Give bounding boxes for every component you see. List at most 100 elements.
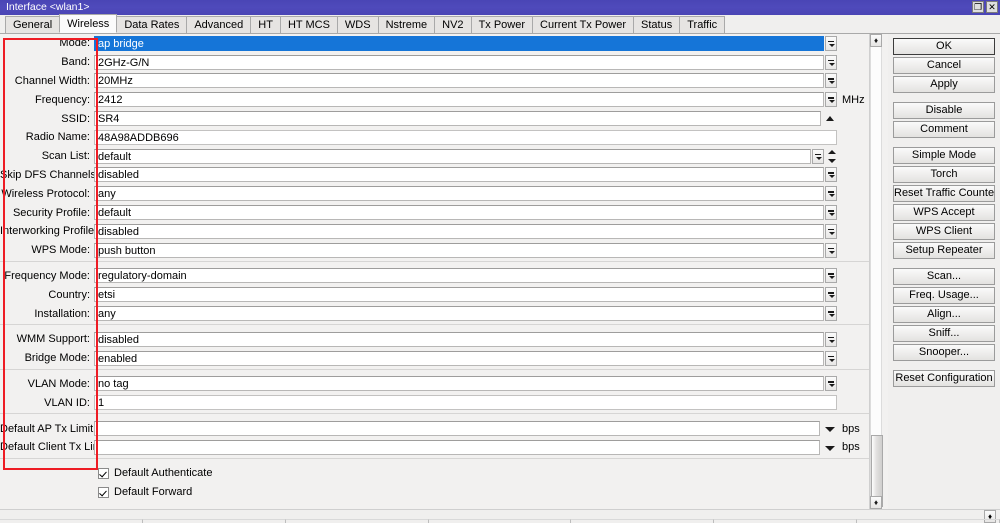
status-segment <box>285 519 429 523</box>
input-security-profile[interactable]: default <box>94 205 824 221</box>
checkbox-row-default-forward[interactable]: Default Forward <box>0 483 869 502</box>
apply-button[interactable]: Apply <box>893 76 995 93</box>
dropdown-arrow-icon[interactable] <box>825 35 837 51</box>
checkbox-default-forward[interactable] <box>98 486 109 498</box>
tab-ht-mcs[interactable]: HT MCS <box>279 16 338 33</box>
input-interworking-profile[interactable]: disabled <box>94 223 824 239</box>
cancel-button[interactable]: Cancel <box>893 57 995 74</box>
field-control-wps-mode: push button <box>94 242 869 258</box>
input-installation[interactable]: any <box>94 306 824 322</box>
checkbox-default-authenticate[interactable] <box>98 467 109 479</box>
dropdown-arrow-icon[interactable] <box>825 54 837 70</box>
input-wireless-protocol[interactable]: any <box>94 186 824 202</box>
dropdown-arrow-icon[interactable] <box>825 205 837 221</box>
input-frequency[interactable]: 2412 <box>94 92 824 108</box>
chevron-down-icon[interactable] <box>823 421 837 436</box>
dropdown-arrow-icon[interactable] <box>825 92 837 108</box>
field-row-frequency-mode: Frequency Mode: regulatory-domain <box>0 267 869 286</box>
dropdown-arrow-icon[interactable] <box>825 268 837 284</box>
ok-button[interactable]: OK <box>893 38 995 55</box>
status-bar: ♦ <box>0 509 1000 523</box>
input-default-ap-tx-limit[interactable] <box>94 421 820 437</box>
scroll-up-arrow-icon[interactable]: ♦ <box>870 34 882 47</box>
tab-current-tx-power[interactable]: Current Tx Power <box>532 16 635 33</box>
wps-accept-button[interactable]: WPS Accept <box>893 204 995 221</box>
align-button[interactable]: Align... <box>893 306 995 323</box>
input-mode[interactable]: ap bridge <box>94 35 824 51</box>
vertical-scrollbar[interactable]: ♦ ♦ <box>869 34 883 509</box>
tab-general[interactable]: General <box>5 16 61 33</box>
field-row-mode: Mode: ap bridge <box>0 34 869 53</box>
input-bridge-mode[interactable]: enabled <box>94 350 824 366</box>
wps-client-button[interactable]: WPS Client <box>893 223 995 240</box>
reset-traffic-counters-button[interactable]: Reset Traffic Counters <box>893 185 995 202</box>
input-wps-mode[interactable]: push button <box>94 242 824 258</box>
restore-button[interactable]: ❐ <box>972 1 984 13</box>
reset-configuration-button[interactable]: Reset Configuration <box>893 370 995 387</box>
input-country[interactable]: etsi <box>94 287 824 303</box>
field-row-default-client-tx-limit: Default Client Tx Limit: bps <box>0 438 869 457</box>
field-label-installation: Installation: <box>34 307 90 320</box>
disable-button[interactable]: Disable <box>893 102 995 119</box>
tab-ht[interactable]: HT <box>250 16 281 33</box>
dropdown-arrow-icon[interactable] <box>825 167 837 183</box>
dropdown-arrow-icon[interactable] <box>825 223 837 239</box>
dropdown-arrow-icon[interactable] <box>825 350 837 366</box>
input-vlan-id[interactable]: 1 <box>94 395 837 411</box>
spinner-updown-icon[interactable] <box>826 149 837 164</box>
input-channel-width[interactable]: 20MHz <box>94 73 824 89</box>
scrollbar-track[interactable] <box>870 47 883 507</box>
comment-button[interactable]: Comment <box>893 121 995 138</box>
checkbox-row-default-authenticate[interactable]: Default Authenticate <box>0 464 869 483</box>
tab-status[interactable]: Status <box>633 16 681 33</box>
tab-advanced[interactable]: Advanced <box>186 16 252 33</box>
tab-nstreme[interactable]: Nstreme <box>377 16 436 33</box>
freq-usage-button[interactable]: Freq. Usage... <box>893 287 995 304</box>
dropdown-arrow-icon[interactable] <box>825 306 837 322</box>
dropdown-arrow-icon[interactable] <box>825 331 837 347</box>
input-default-client-tx-limit[interactable] <box>94 439 820 455</box>
field-row-wireless-protocol: Wireless Protocol: any <box>0 184 869 203</box>
dropdown-arrow-icon[interactable] <box>825 376 837 392</box>
tab-nv2[interactable]: NV2 <box>434 16 472 33</box>
tab-data-rates[interactable]: Data Rates <box>116 16 188 33</box>
input-skip-dfs-channels[interactable]: disabled <box>94 167 824 183</box>
tab-traffic[interactable]: Traffic <box>679 16 726 33</box>
close-button[interactable]: ✕ <box>986 1 998 13</box>
input-frequency-mode[interactable]: regulatory-domain <box>94 268 824 284</box>
input-band[interactable]: 2GHz-G/N <box>94 54 824 70</box>
field-control-frequency: 2412 MHz <box>94 92 869 108</box>
snooper-button[interactable]: Snooper... <box>893 344 995 361</box>
input-vlan-mode[interactable]: no tag <box>94 376 824 392</box>
window-title: Interface <wlan1> <box>6 1 90 13</box>
input-radio-name[interactable]: 48A98ADDB696 <box>94 129 837 145</box>
scroll-down-arrow-icon[interactable]: ♦ <box>870 496 882 509</box>
chevron-down-icon[interactable] <box>823 440 837 455</box>
scan-button[interactable]: Scan... <box>893 268 995 285</box>
dropdown-arrow-icon[interactable] <box>812 148 824 164</box>
dropdown-arrow-icon[interactable] <box>825 287 837 303</box>
input-ssid[interactable]: SR4 <box>94 111 821 127</box>
tab-label: Current Tx Power <box>540 19 627 31</box>
field-label-default-client-tx-limit: Default Client Tx Limit: <box>0 441 111 454</box>
tab-tx-power[interactable]: Tx Power <box>470 16 534 33</box>
dropdown-arrow-icon[interactable] <box>825 73 837 89</box>
setup-repeater-button[interactable]: Setup Repeater <box>893 242 995 259</box>
tab-wireless[interactable]: Wireless <box>59 14 118 33</box>
field-control-country: etsi <box>94 287 869 303</box>
field-control-skip-dfs-channels: disabled <box>94 167 869 183</box>
field-row-bridge-mode: Bridge Mode: enabled <box>0 349 869 368</box>
simple-mode-button[interactable]: Simple Mode <box>893 147 995 164</box>
dropdown-arrow-icon[interactable] <box>825 242 837 258</box>
tab-wds[interactable]: WDS <box>336 16 379 33</box>
field-row-scan-list: Scan List: default <box>0 147 869 166</box>
input-scan-list[interactable]: default <box>94 148 811 164</box>
tab-label: Wireless <box>67 18 110 30</box>
dropdown-arrow-icon[interactable] <box>825 186 837 202</box>
tab-label: General <box>13 19 53 31</box>
torch-button[interactable]: Torch <box>893 166 995 183</box>
input-wmm-support[interactable]: disabled <box>94 331 824 347</box>
sniff-button[interactable]: Sniff... <box>893 325 995 342</box>
field-label-wps-mode: WPS Mode: <box>31 244 90 257</box>
expand-up-arrow-icon[interactable] <box>823 111 837 126</box>
